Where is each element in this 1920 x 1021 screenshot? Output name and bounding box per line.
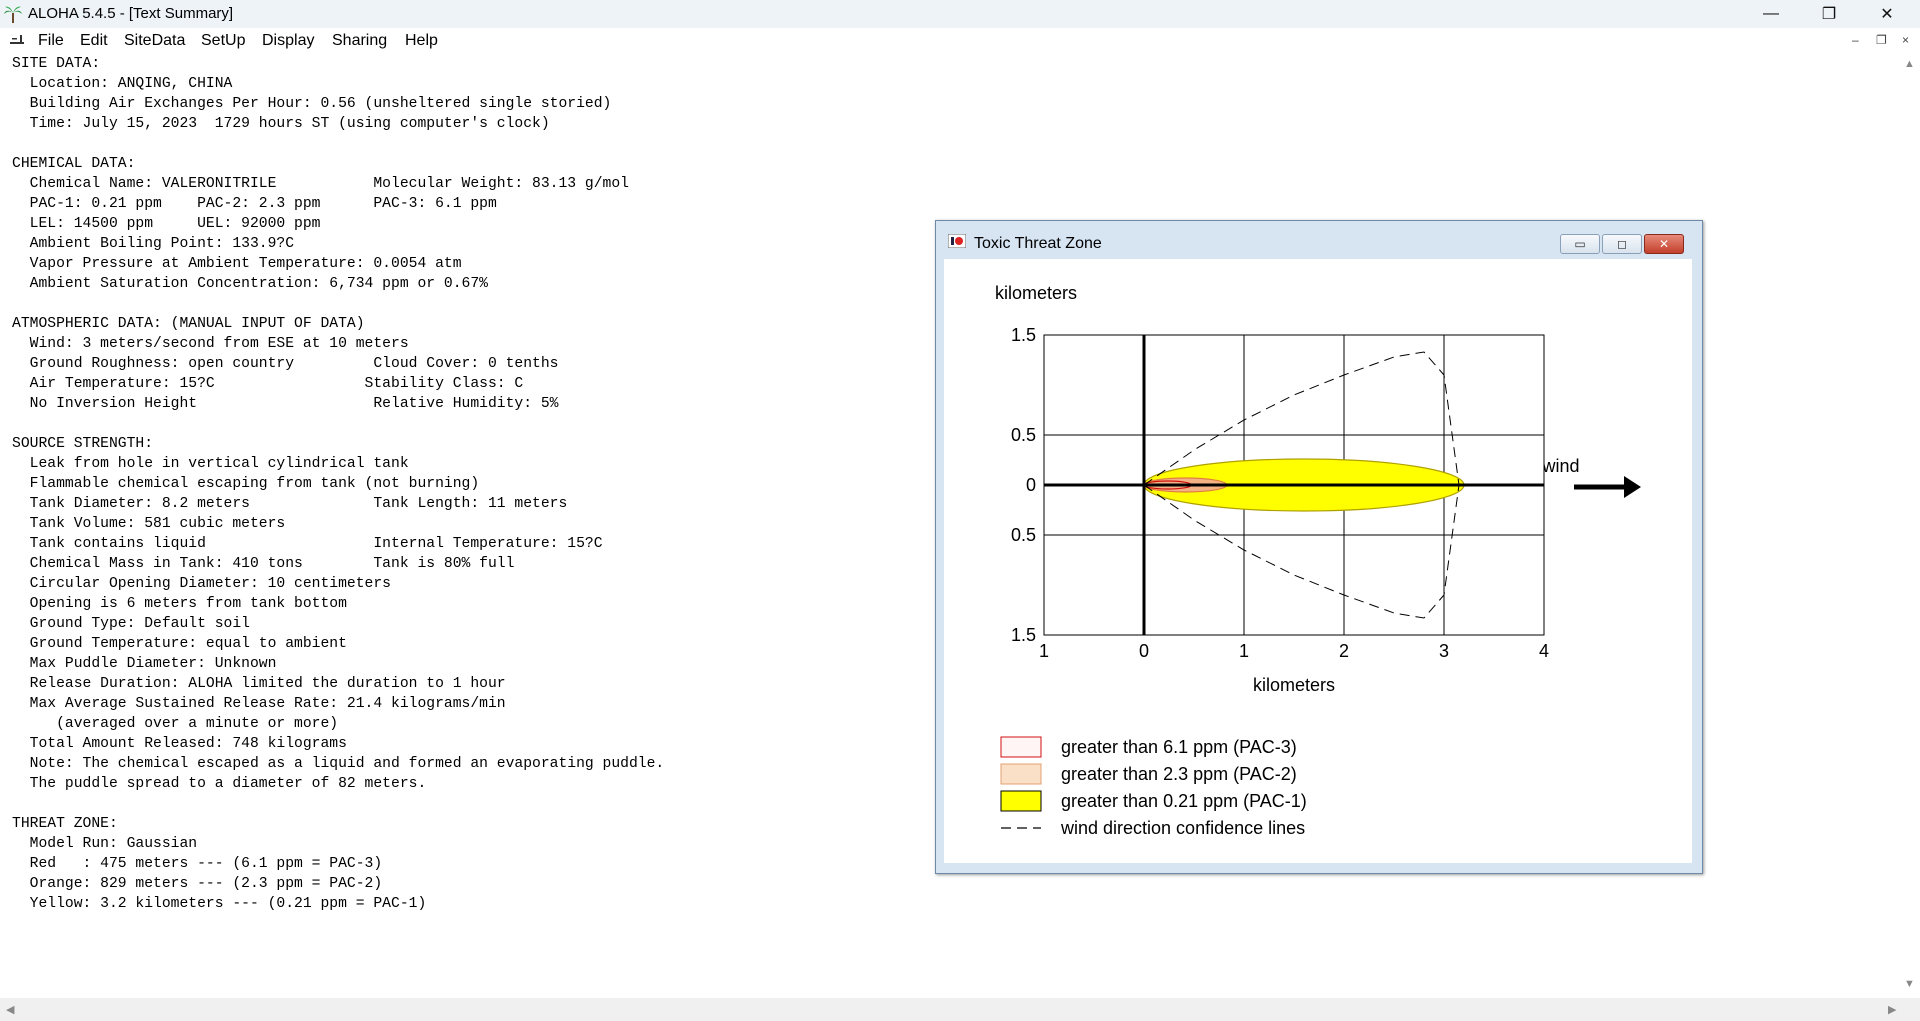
vertical-scrollbar[interactable]: ▲ ▼ (1898, 54, 1920, 998)
threat-zone-window[interactable]: Toxic Threat Zone ▭ ◻ ✕ kilometers kilom… (935, 220, 1703, 874)
window-title: ALOHA 5.4.5 - [Text Summary] (28, 5, 234, 22)
maximize-icon: ◻ (1617, 237, 1627, 251)
scroll-right-icon[interactable]: ▶ (1888, 1003, 1896, 1016)
wind-arrow-icon (1574, 476, 1641, 498)
x-tick-label: 0 (1139, 641, 1149, 661)
scroll-left-icon[interactable]: ◀ (6, 1003, 14, 1016)
y-tick-label: 0.5 (1011, 525, 1036, 545)
close-icon: ✕ (1880, 6, 1894, 23)
y-tick-label: 0.5 (1011, 425, 1036, 445)
document-icon[interactable] (8, 33, 26, 47)
close-icon: ✕ (1658, 237, 1670, 251)
menu-bar: File Edit SiteData SetUp Display Sharing… (0, 28, 1920, 54)
tz-close-button[interactable]: ✕ (1644, 234, 1684, 254)
legend-swatch-pac2 (1000, 763, 1042, 785)
x-axis-label: kilometers (1253, 675, 1335, 695)
x-tick-label: 2 (1339, 641, 1349, 661)
threat-zone-plot-area: kilometers kilometers wind 1 0 1 2 3 4 1.5 0.5 0… (944, 259, 1692, 863)
legend-label: greater than 0.21 ppm (PAC-1) (1061, 791, 1307, 811)
y-tick-label: 0 (1026, 475, 1036, 495)
menu-sharing[interactable]: Sharing (332, 32, 387, 50)
x-tick-label: 1 (1239, 641, 1249, 661)
legend-label: greater than 6.1 ppm (PAC-3) (1061, 737, 1297, 757)
mdi-close-button[interactable]: × (1902, 33, 1909, 47)
menu-file[interactable]: File (38, 32, 64, 50)
legend-swatch-pac1 (1000, 790, 1042, 812)
minimize-button[interactable]: — (1748, 0, 1794, 28)
restore-button[interactable]: ❐ (1806, 0, 1852, 28)
palm-tree-icon (4, 6, 22, 23)
menu-sitedata[interactable]: SiteData (124, 32, 185, 50)
tz-minimize-button[interactable]: ▭ (1560, 234, 1600, 254)
legend-swatch-pac3 (1000, 736, 1042, 758)
minimize-icon: — (1763, 5, 1779, 22)
menu-help[interactable]: Help (405, 32, 438, 50)
threat-zone-chart: kilometers kilometers wind 1 0 1 2 3 4 1.5 0.5 0… (995, 283, 1641, 838)
text-summary: SITE DATA: Location: ANQING, CHINA Build… (12, 56, 665, 912)
tz-maximize-button[interactable]: ◻ (1602, 234, 1642, 254)
mdi-minimize-button[interactable]: – (1852, 33, 1859, 47)
y-tick-label: 1.5 (1011, 625, 1036, 645)
close-button[interactable]: ✕ (1864, 0, 1910, 28)
threat-zone-title: Toxic Threat Zone (974, 235, 1102, 252)
x-tick-label: 4 (1539, 641, 1549, 661)
threat-zone-window-icon (948, 234, 966, 248)
x-tick-label: 1 (1039, 641, 1049, 661)
menu-setup[interactable]: SetUp (201, 32, 245, 50)
legend-label: wind direction confidence lines (1060, 818, 1305, 838)
restore-icon: ❐ (1821, 6, 1837, 23)
title-bar: ALOHA 5.4.5 - [Text Summary] — ❐ ✕ (0, 0, 1920, 28)
horizontal-scrollbar[interactable]: ◀ ▶ (0, 998, 1920, 1021)
threat-zone-titlebar[interactable]: Toxic Threat Zone ▭ ◻ ✕ (936, 221, 1702, 254)
y-axis-label: kilometers (995, 283, 1077, 303)
menu-edit[interactable]: Edit (80, 32, 108, 50)
mdi-restore-button[interactable]: ❐ (1876, 33, 1887, 47)
wind-label: wind (1541, 456, 1579, 476)
y-tick-label: 1.5 (1011, 325, 1036, 345)
menu-display[interactable]: Display (262, 32, 314, 50)
scroll-down-icon[interactable]: ▼ (1904, 978, 1915, 990)
x-tick-label: 3 (1439, 641, 1449, 661)
minimize-icon: ▭ (1574, 237, 1586, 251)
scroll-up-icon[interactable]: ▲ (1904, 58, 1915, 70)
legend-label: greater than 2.3 ppm (PAC-2) (1061, 764, 1297, 784)
